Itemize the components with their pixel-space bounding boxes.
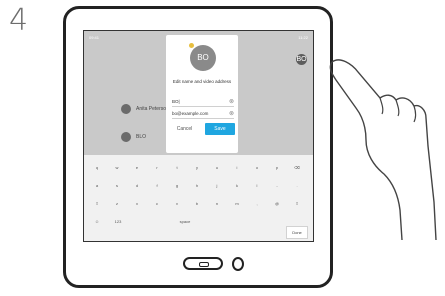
status-left: 09:41 <box>89 35 100 40</box>
keyboard-key[interactable]: g <box>169 181 185 191</box>
status-dot <box>189 43 194 48</box>
keyboard-key[interactable]: . <box>289 181 305 191</box>
on-screen-keyboard: Done q w e r t y u i o p ⌫ a s d f g h j k l -. ⇧ z x c v b n m, @ ⇧ ☺ 1… <box>84 155 313 241</box>
keyboard-key[interactable]: m <box>229 199 245 209</box>
keyboard-key[interactable]: k <box>229 181 245 191</box>
keyboard-key[interactable]: p <box>269 163 285 173</box>
user-avatar-button[interactable]: BO <box>296 54 307 65</box>
keyboard-key[interactable]: j <box>209 181 225 191</box>
done-key[interactable]: Done <box>286 226 308 239</box>
keyboard-key[interactable]: n <box>209 199 225 209</box>
keyboard-key[interactable]: , <box>249 199 265 209</box>
keyboard-key[interactable]: x <box>129 199 145 209</box>
keyboard-key[interactable]: z <box>109 199 125 209</box>
camera-button[interactable] <box>232 257 244 271</box>
keyboard-key[interactable]: b <box>189 199 205 209</box>
clear-icon[interactable]: ⊗ <box>229 110 234 118</box>
keyboard-key[interactable]: ⇧ <box>289 199 305 209</box>
keyboard-key[interactable]: s <box>109 181 125 191</box>
dialog-title: Edit name and video address <box>172 79 232 84</box>
keyboard-key[interactable]: t <box>169 163 185 173</box>
status-right: 11:22 <box>298 35 308 40</box>
keyboard-key[interactable]: - <box>269 181 285 191</box>
keyboard-key[interactable]: ⌫ <box>289 163 305 173</box>
keyboard-key[interactable]: ⇧ <box>89 199 105 209</box>
pointing-hand-illustration <box>329 59 437 240</box>
keyboard-key[interactable]: space <box>130 217 240 227</box>
keyboard-key[interactable]: 123 <box>110 217 126 227</box>
keyboard-key[interactable]: i <box>229 163 245 173</box>
dialog-avatar[interactable]: BO <box>190 45 216 71</box>
keyboard-key[interactable]: q <box>89 163 105 173</box>
keyboard-key[interactable]: h <box>189 181 205 191</box>
keyboard-key[interactable]: f <box>149 181 165 191</box>
keyboard-key[interactable]: d <box>129 181 145 191</box>
save-button[interactable]: Save <box>205 123 235 135</box>
keyboard-key[interactable]: a <box>89 181 105 191</box>
cancel-button[interactable]: Cancel <box>173 123 196 135</box>
contact-icon <box>121 104 131 114</box>
contact-sub: BLO <box>136 134 147 140</box>
keyboard-key[interactable]: ☺ <box>89 217 105 227</box>
clear-icon[interactable]: ⊗ <box>229 98 234 106</box>
device-screen[interactable]: 09:41 11:22 BO Anita Peterson BLO BO Edi… <box>83 30 314 242</box>
keyboard-key[interactable]: e <box>129 163 145 173</box>
keyboard-key[interactable]: o <box>249 163 265 173</box>
keyboard-key[interactable]: u <box>209 163 225 173</box>
step-number: 4 <box>9 3 29 38</box>
keyboard-key[interactable]: w <box>109 163 125 173</box>
keyboard-key[interactable]: l <box>249 181 265 191</box>
name-field[interactable]: BO| ⊗ <box>172 98 234 107</box>
name-field-value: BO| <box>172 99 180 104</box>
video-address-value: bo@example.com <box>172 111 209 116</box>
contact-icon <box>121 132 131 142</box>
contact-name: Anita Peterson <box>136 106 169 112</box>
keyboard-key[interactable]: v <box>169 199 185 209</box>
keyboard-key[interactable]: @ <box>269 199 285 209</box>
keyboard-key[interactable]: r <box>149 163 165 173</box>
keyboard-key[interactable]: y <box>189 163 205 173</box>
video-address-field[interactable]: bo@example.com ⊗ <box>172 110 234 119</box>
keyboard-key[interactable]: c <box>149 199 165 209</box>
edit-contact-dialog: BO Edit name and video address BO| ⊗ bo@… <box>166 35 238 153</box>
home-button[interactable] <box>183 257 223 270</box>
